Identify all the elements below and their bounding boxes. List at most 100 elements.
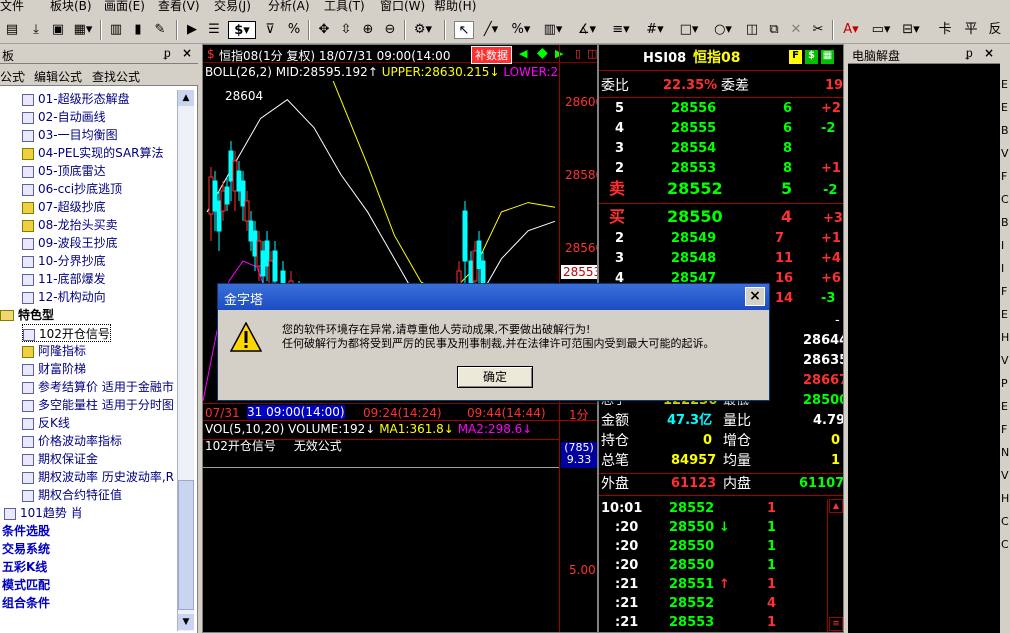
backfill-button[interactable]: 补数据: [471, 46, 512, 64]
bar-chart-icon[interactable]: ▥: [106, 21, 126, 39]
tree-item[interactable]: 03-一目均衡图: [22, 126, 118, 144]
menu-tools[interactable]: 工具(T): [324, 0, 365, 13]
percent-icon[interactable]: %: [284, 21, 304, 39]
erase-icon[interactable]: ◫: [742, 21, 762, 39]
f-button[interactable]: F: [789, 50, 802, 64]
zoom-in-icon[interactable]: ⊕: [358, 21, 378, 39]
tree-item[interactable]: 04-PEL实现的SAR算法: [22, 144, 164, 162]
percent-tool-icon[interactable]: %▾: [508, 21, 534, 39]
rect-tool-icon[interactable]: □▾: [676, 21, 702, 39]
menu-view[interactable]: 查看(V): [158, 0, 200, 13]
layout-icon[interactable]: ▦▾: [70, 21, 96, 39]
filter-icon[interactable]: ⊽: [260, 21, 280, 39]
tree-item-special[interactable]: 财富阶梯: [22, 360, 86, 378]
tree-item-special[interactable]: 期权合约特征值: [22, 486, 122, 504]
edit-icon[interactable]: ✎: [150, 21, 170, 39]
tree-item-special[interactable]: 阿隆指标: [22, 342, 86, 360]
pane-icon[interactable]: ▯: [575, 47, 581, 60]
tree-item-special[interactable]: 参考结算价 适用于金融市: [22, 378, 174, 396]
group-combo-cond[interactable]: 组合条件: [2, 594, 50, 611]
save-icon[interactable]: ▣: [48, 21, 68, 39]
group-stock-select[interactable]: 条件选股: [2, 522, 50, 539]
tab-find-formula[interactable]: 查找公式: [92, 68, 140, 85]
menu-trade[interactable]: 交易(J): [214, 0, 251, 13]
dialog-close-icon[interactable]: ×: [745, 287, 765, 306]
folder-special[interactable]: 特色型: [0, 306, 54, 324]
text-color-icon[interactable]: A▾: [838, 21, 864, 39]
menu-help[interactable]: 帮助(H): [434, 0, 476, 13]
move-icon[interactable]: ✥: [314, 21, 334, 39]
circle-tool-icon[interactable]: ○▾: [710, 21, 736, 39]
grid-tool-icon[interactable]: #▾: [642, 21, 668, 39]
tree-item[interactable]: 05-顶底雷达: [22, 162, 106, 180]
tree-item-special[interactable]: 多空能量柱 适用于分时图: [22, 396, 174, 414]
fib-tool-icon[interactable]: ≡▾: [608, 21, 634, 39]
angle-tool-icon[interactable]: ∡▾: [574, 21, 600, 39]
pin-icon[interactable]: ᵱ: [966, 46, 973, 60]
close-icon[interactable]: ×: [182, 46, 192, 60]
arrow-left-icon[interactable]: ◀: [519, 47, 527, 60]
tree-scrollbar[interactable]: ▲ ▼: [177, 90, 194, 631]
tree-item[interactable]: 02-自动画线: [22, 108, 106, 126]
menu-sector[interactable]: 板块(B): [50, 0, 92, 13]
copy-icon[interactable]: ⧉: [764, 21, 784, 39]
candle-icon[interactable]: ▮: [128, 21, 148, 39]
menu-file[interactable]: 文件: [0, 0, 24, 13]
btn-ka[interactable]: 卡: [934, 21, 956, 39]
tree-item-special[interactable]: 反K线: [22, 414, 70, 432]
tree-item[interactable]: 10-分界抄底: [22, 252, 106, 270]
tree-item-special[interactable]: 102开仓信号: [22, 324, 111, 342]
split-icon[interactable]: ⇳: [336, 21, 356, 39]
tree-item[interactable]: 12-机构动向: [22, 288, 106, 306]
scroll-thumb[interactable]: [178, 480, 194, 610]
tree-item-special[interactable]: 价格波动率指标: [22, 432, 122, 450]
scroll-grip-icon[interactable]: ≡: [829, 617, 843, 631]
tree-item[interactable]: 08-龙抬头买卖: [22, 216, 118, 234]
panel-icon[interactable]: ▭▾: [868, 21, 894, 39]
delete-icon[interactable]: ✕: [786, 21, 806, 39]
download-icon[interactable]: ⤓: [26, 21, 46, 39]
btn-ping[interactable]: 平: [960, 21, 982, 39]
line-tool-icon[interactable]: ╱▾: [478, 21, 504, 39]
menu-analysis[interactable]: 分析(A): [268, 0, 310, 13]
menu-window[interactable]: 窗口(W): [380, 0, 425, 13]
dollar-button[interactable]: $: [805, 50, 818, 64]
order-icon[interactable]: ⊟▾: [898, 21, 924, 39]
tree-item[interactable]: 01-超级形态解盘: [22, 90, 130, 108]
chart-close-icon[interactable]: ◫: [587, 47, 597, 60]
ok-button[interactable]: 确定: [457, 366, 533, 388]
tree-item[interactable]: 06-cci抄底逃顶: [22, 180, 122, 198]
group-pattern-match[interactable]: 模式匹配: [2, 576, 50, 593]
settings-icon[interactable]: ⚙▾: [410, 21, 436, 39]
tick-scrollbar[interactable]: ▲ ≡: [827, 499, 843, 632]
formula-icon: [22, 255, 34, 268]
grid-button-icon[interactable]: ▦: [821, 50, 834, 64]
tab-formula[interactable]: 公式: [0, 68, 24, 85]
cut-icon[interactable]: ✂: [808, 21, 828, 39]
scroll-down-icon[interactable]: ▼: [178, 614, 194, 630]
scroll-up-icon[interactable]: ▲: [178, 90, 194, 106]
zoom-out-icon[interactable]: ⊖: [380, 21, 400, 39]
open-icon[interactable]: ▤: [2, 21, 22, 39]
dollar-select[interactable]: $▾: [228, 21, 256, 39]
scroll-up-icon[interactable]: ▲: [829, 499, 843, 513]
group-trade-system[interactable]: 交易系统: [2, 540, 50, 557]
list-icon[interactable]: ☰: [204, 21, 224, 39]
close-icon[interactable]: ×: [984, 46, 994, 60]
tree-item[interactable]: 09-波段王抄底: [22, 234, 118, 252]
cursor-icon[interactable]: ↖: [454, 21, 474, 39]
btn-fan[interactable]: 反: [984, 21, 1006, 39]
channel-tool-icon[interactable]: ▥▾: [540, 21, 566, 39]
play-icon[interactable]: ▶: [182, 21, 202, 39]
tree-item[interactable]: 07-超级抄底: [22, 198, 106, 216]
menu-screen[interactable]: 画面(E): [104, 0, 145, 13]
group-color-k[interactable]: 五彩K线: [2, 558, 47, 575]
period-label[interactable]: 1分: [569, 406, 589, 423]
tab-edit-formula[interactable]: 编辑公式: [34, 68, 82, 85]
diamond-icon[interactable]: ◆: [537, 45, 548, 61]
tree-item-special[interactable]: 期权保证金: [22, 450, 98, 468]
tree-item[interactable]: 11-底部爆发: [22, 270, 106, 288]
pin-icon[interactable]: ᵱ: [164, 46, 171, 60]
tree-item-special[interactable]: 期权波动率 历史波动率,R: [22, 468, 174, 486]
tree-item-101[interactable]: 101趋势 肖: [4, 504, 83, 522]
